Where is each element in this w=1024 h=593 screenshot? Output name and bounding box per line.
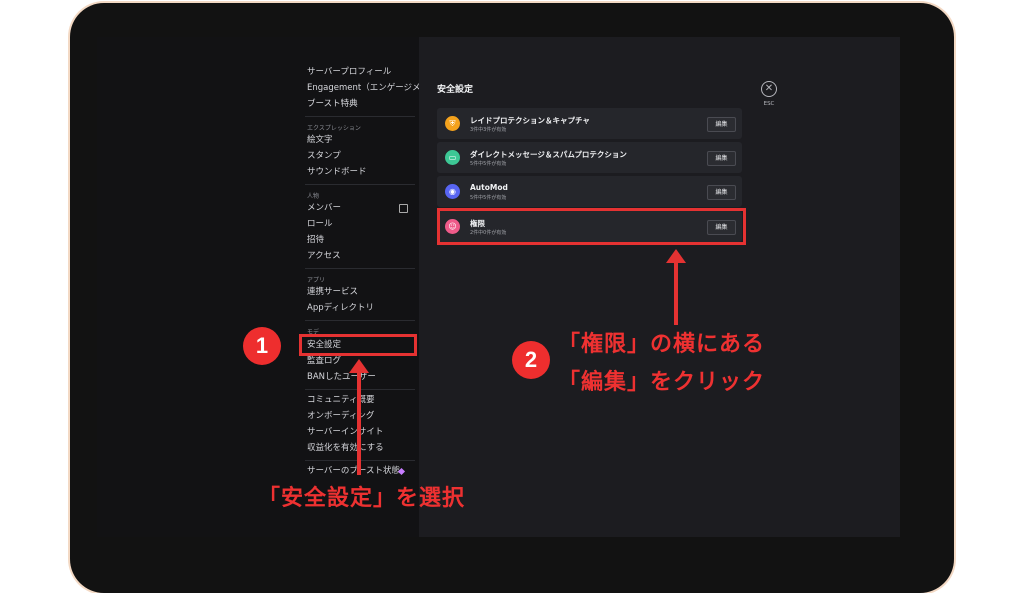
step-badge-2: 2 bbox=[512, 341, 550, 379]
settings-sidebar: サーバープロフィール Engagement（エンゲージメ… ブースト特典 エクス… bbox=[97, 37, 429, 537]
nav-item-access[interactable]: アクセス bbox=[307, 250, 341, 262]
page-title: 安全設定 bbox=[437, 85, 474, 95]
close-icon: ✕ bbox=[764, 83, 774, 94]
arrow-up-icon bbox=[349, 359, 369, 373]
card-subtitle: 5件中5件が有効 bbox=[470, 161, 507, 167]
nav-item-integrations[interactable]: 連携サービス bbox=[307, 286, 358, 298]
nav-item-audit-log[interactable]: 監査ログ bbox=[307, 355, 341, 367]
card-subtitle: 5件中5件が有効 bbox=[470, 195, 507, 201]
edit-button[interactable]: 編集 bbox=[707, 117, 736, 132]
nav-item-soundboard[interactable]: サウンドボード bbox=[307, 166, 367, 178]
nav-item-app-directory[interactable]: Appディレクトリ bbox=[307, 302, 374, 314]
app-window: サーバープロフィール Engagement（エンゲージメ… ブースト特典 エクス… bbox=[97, 37, 900, 537]
edit-button[interactable]: 編集 bbox=[707, 151, 736, 166]
arrow-line-1 bbox=[357, 372, 361, 475]
nav-heading-apps: アプリ bbox=[307, 277, 326, 284]
nav-divider bbox=[305, 184, 415, 185]
nav-item-boost-status[interactable]: サーバーのブースト状態 bbox=[307, 465, 400, 477]
settings-content: 安全設定 ✕ ESC ⛨ レイドプロテクション＆キャプチャ 3件中3件が有効 編… bbox=[419, 37, 900, 537]
nav-divider bbox=[305, 320, 415, 321]
nav-item-server-insights[interactable]: サーバーインサイト bbox=[307, 426, 383, 438]
step-badge-1: 1 bbox=[243, 327, 281, 365]
shield-icon: ⛨ bbox=[445, 116, 460, 131]
card-title: レイドプロテクション＆キャプチャ bbox=[470, 116, 590, 125]
arrow-line-2 bbox=[674, 262, 678, 325]
nav-heading-expression: エクスプレッション bbox=[307, 125, 361, 132]
nav-divider bbox=[305, 268, 415, 269]
nav-heading-people: 人物 bbox=[307, 193, 320, 200]
automod-icon: ◉ bbox=[445, 184, 460, 199]
card-dm-spam-protection: ▭ ダイレクトメッセージ＆スパムプロテクション 5件中5件が有効 編集 bbox=[437, 142, 742, 173]
card-automod: ◉ AutoMod 5件中5件が有効 編集 bbox=[437, 176, 742, 207]
nav-item-stickers[interactable]: スタンプ bbox=[307, 150, 341, 162]
card-title: ダイレクトメッセージ＆スパムプロテクション bbox=[470, 150, 627, 159]
card-subtitle: 3件中3件が有効 bbox=[470, 127, 507, 133]
nav-item-members[interactable]: メンバー bbox=[307, 202, 341, 214]
chat-icon: ▭ bbox=[445, 150, 460, 165]
nav-item-roles[interactable]: ロール bbox=[307, 218, 333, 230]
arrow-up-icon bbox=[666, 249, 686, 263]
step1-instruction: 「安全設定」を選択 bbox=[258, 486, 466, 511]
card-title: AutoMod bbox=[470, 183, 508, 192]
nav-item-engagement[interactable]: Engagement（エンゲージメ… bbox=[307, 82, 429, 94]
external-link-icon bbox=[399, 204, 408, 213]
card-raid-protection: ⛨ レイドプロテクション＆キャプチャ 3件中3件が有効 編集 bbox=[437, 108, 742, 139]
esc-label: ESC bbox=[763, 101, 775, 107]
step2-instruction-line1: 「権限」の横にある bbox=[558, 332, 766, 357]
nav-item-emoji[interactable]: 絵文字 bbox=[307, 134, 333, 146]
nav-item-server-profile[interactable]: サーバープロフィール bbox=[307, 66, 391, 78]
nav-item-monetization[interactable]: 収益化を有効にする bbox=[307, 442, 384, 454]
close-button[interactable]: ✕ bbox=[761, 81, 777, 97]
nav-item-onboarding[interactable]: オンボーディング bbox=[307, 410, 374, 422]
nav-divider bbox=[305, 116, 415, 117]
highlight-safety-setup bbox=[299, 334, 417, 356]
highlight-permissions-row bbox=[437, 208, 746, 245]
step2-instruction-line2: 「編集」をクリック bbox=[558, 370, 766, 395]
nav-item-invites[interactable]: 招待 bbox=[307, 234, 324, 246]
edit-button[interactable]: 編集 bbox=[707, 185, 736, 200]
nav-item-boost-perks[interactable]: ブースト特典 bbox=[307, 98, 358, 110]
nav-item-community-overview[interactable]: コミュニティ概要 bbox=[307, 394, 375, 406]
